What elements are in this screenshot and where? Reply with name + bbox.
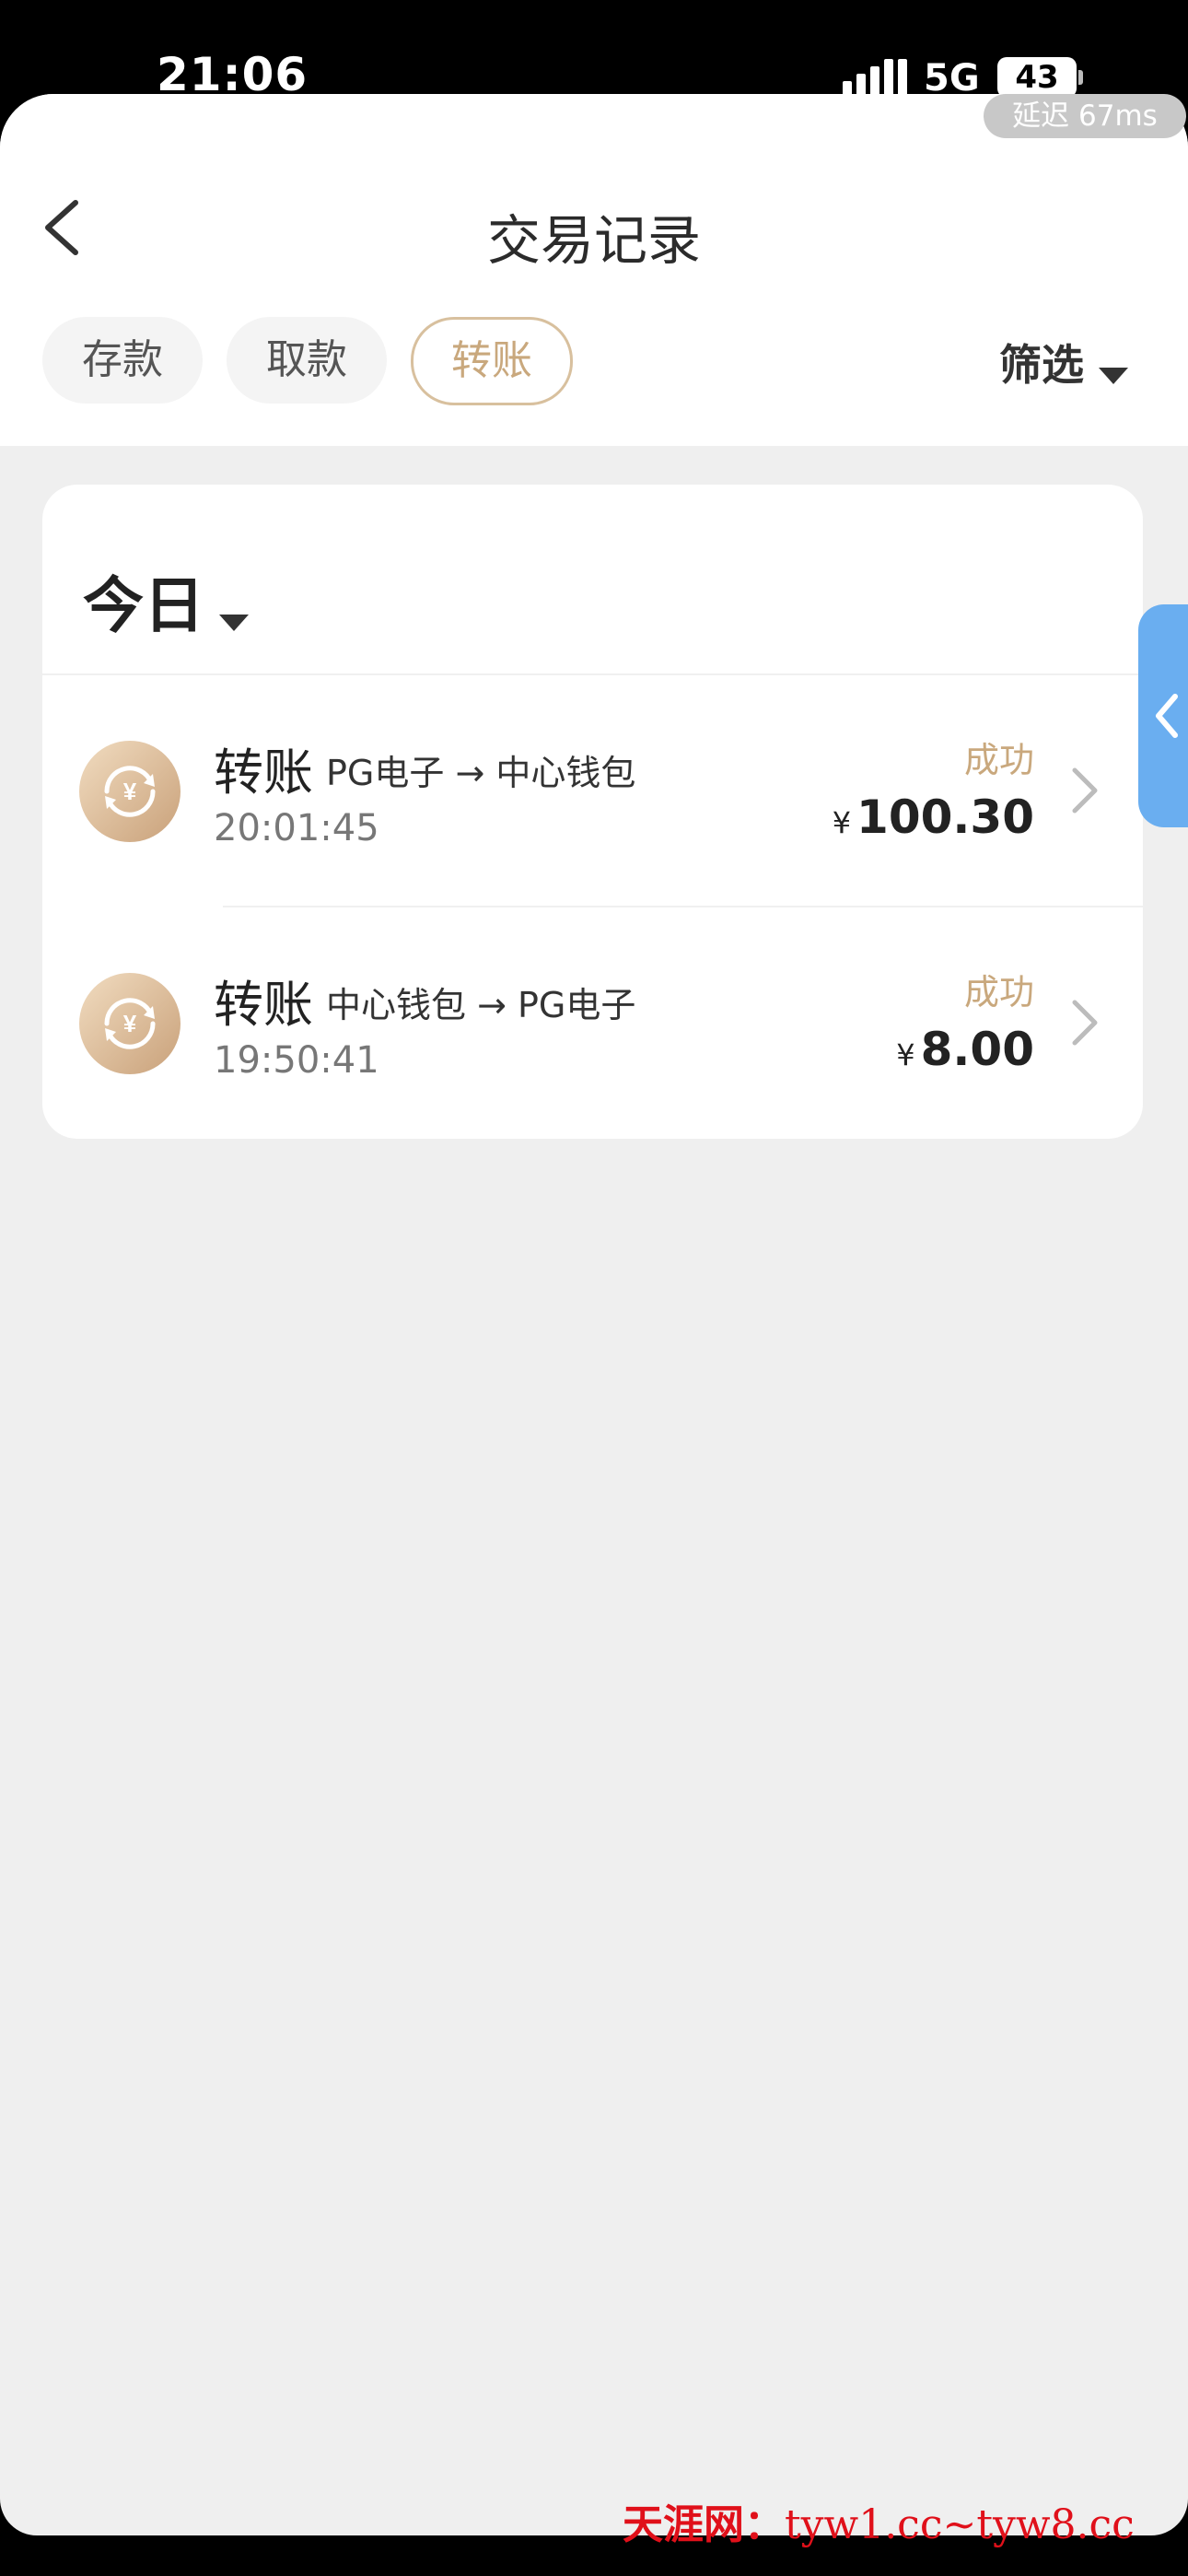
- watermark-brand: 天涯网：: [623, 2501, 785, 2548]
- tab-withdraw[interactable]: 取款: [227, 317, 387, 404]
- amount-value: 8.00: [920, 1023, 1034, 1076]
- latency-badge: 延迟 67ms: [984, 94, 1186, 138]
- currency-symbol: ¥: [896, 1037, 915, 1072]
- transaction-amount: ¥8.00: [896, 1023, 1034, 1076]
- status-bar: 21:06 5G 43: [0, 0, 1188, 101]
- cellular-signal-icon: [843, 59, 907, 98]
- app-sheet: 交易记录 存款 取款 转账 筛选 今日 ¥ 转账 PG电子 → 中心钱包 20:…: [0, 94, 1188, 2535]
- transaction-card: 今日 ¥ 转账 PG电子 → 中心钱包 20:01:45 成功 ¥ 100.30…: [42, 485, 1143, 1139]
- transaction-route: PG电子 → 中心钱包: [326, 753, 636, 793]
- svg-text:¥: ¥: [123, 778, 137, 805]
- caret-down-icon: [219, 614, 249, 631]
- date-selector[interactable]: 今日: [83, 556, 249, 641]
- battery-level: 43: [1015, 59, 1059, 96]
- watermark-url: tyw1.cc~tyw8.cc: [785, 2501, 1135, 2548]
- transfer-coin-icon: ¥: [79, 973, 181, 1074]
- filter-label: 筛选: [999, 340, 1084, 390]
- battery-icon: 43: [997, 57, 1077, 98]
- divider: [42, 673, 1143, 675]
- transaction-type: 转账: [214, 744, 313, 802]
- transaction-route: 中心钱包 → PG电子: [326, 985, 636, 1025]
- chevron-right-icon: [1072, 1000, 1098, 1046]
- transaction-row[interactable]: ¥ 转账 中心钱包 → PG电子 19:50:41 成功 ¥8.00: [42, 910, 1143, 1141]
- transaction-amount: ¥100.30: [833, 790, 1034, 844]
- side-drawer-handle[interactable]: [1138, 604, 1188, 827]
- filter-button[interactable]: 筛选: [999, 332, 1128, 396]
- top-bar: 交易记录 存款 取款 转账 筛选: [0, 94, 1188, 446]
- transaction-status: 成功: [963, 740, 1034, 780]
- transaction-status: 成功: [963, 972, 1034, 1013]
- date-label: 今日: [83, 570, 204, 641]
- currency-symbol: ¥: [832, 805, 852, 840]
- caret-down-icon: [1099, 367, 1128, 384]
- transaction-row[interactable]: ¥ 转账 PG电子 → 中心钱包 20:01:45 成功 ¥100.30: [42, 678, 1143, 908]
- tab-transfer[interactable]: 转账: [411, 317, 573, 405]
- tab-deposit[interactable]: 存款: [42, 317, 203, 404]
- chevron-right-icon: [1072, 767, 1098, 814]
- transaction-time: 20:01:45: [214, 807, 379, 849]
- transaction-type: 转账: [214, 976, 313, 1034]
- transfer-coin-icon: ¥: [79, 741, 181, 842]
- watermark: 天涯网：tyw1.cc~tyw8.cc: [623, 2491, 1135, 2550]
- chevron-left-icon: [1156, 694, 1178, 738]
- amount-value: 100.30: [856, 790, 1034, 844]
- page-title: 交易记录: [486, 209, 701, 272]
- svg-text:¥: ¥: [123, 1010, 137, 1037]
- battery-cap: [1078, 70, 1083, 85]
- transaction-time: 19:50:41: [214, 1039, 379, 1082]
- divider: [223, 906, 1143, 907]
